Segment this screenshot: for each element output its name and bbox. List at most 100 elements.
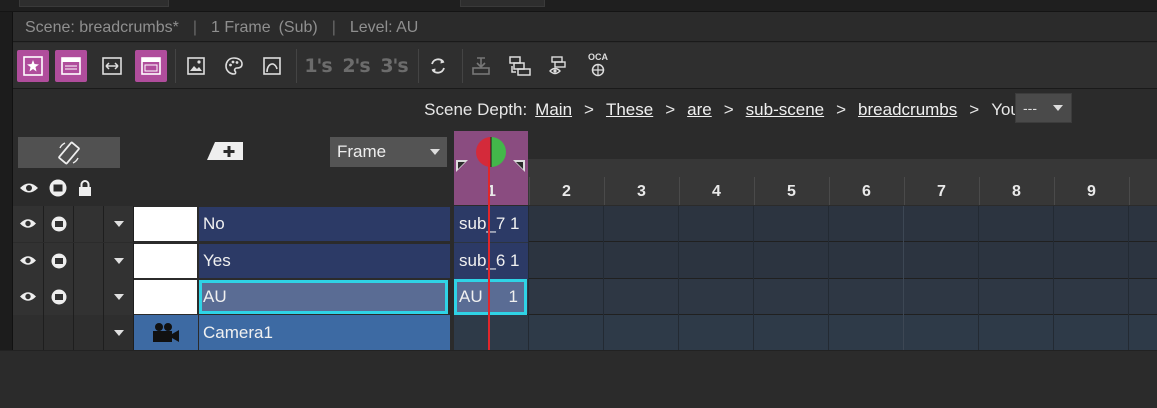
image-icon (187, 57, 205, 75)
camera-icon (153, 323, 179, 342)
scene-depth-label: Scene Depth: (424, 100, 528, 119)
camstand-toggle-icon[interactable] (50, 252, 68, 270)
new-note-level-button[interactable] (135, 50, 167, 82)
chevron-down-icon (1053, 105, 1063, 111)
cell-level-name: AU (459, 287, 483, 306)
camstand-toggle-icon[interactable] (50, 215, 68, 233)
preview-toggle-cell[interactable] (13, 243, 44, 279)
cell-row-camera (454, 315, 1157, 351)
breadcrumb-are[interactable]: are (687, 100, 712, 120)
onion-skin-marker-icon[interactable] (474, 135, 508, 169)
lock-icon[interactable] (77, 179, 93, 197)
current-frame-playhead[interactable] (488, 160, 490, 350)
layer-thumbnail[interactable] (134, 207, 197, 241)
toggle-orientation-button[interactable] (18, 137, 120, 168)
export-oca-button[interactable]: OCA (582, 50, 614, 82)
reframe-3s-button[interactable]: 3's (378, 50, 410, 82)
preview-toggle-cell[interactable] (13, 206, 44, 242)
camera-thumbnail (134, 315, 198, 350)
camstand-toggle-cell[interactable] (44, 315, 74, 351)
reframe-2s-button[interactable]: 2's (340, 50, 372, 82)
onion-left-handle-icon[interactable] (456, 160, 468, 172)
eye-icon[interactable] (19, 181, 39, 195)
window-icon (61, 57, 81, 75)
scene-depth-select-value: --- (1023, 100, 1037, 116)
add-new-layer-button[interactable] (204, 139, 246, 163)
layer-menu-cell[interactable] (104, 243, 134, 279)
new-toonz-raster-level-button[interactable] (55, 50, 87, 82)
camstand-toggle-icon[interactable] (50, 288, 68, 306)
chevron-down-icon (430, 149, 440, 155)
layer-menu-cell[interactable] (104, 315, 134, 351)
frame-zoom-select[interactable]: Frame (330, 137, 447, 167)
onion-right-handle-icon[interactable] (513, 160, 525, 172)
scene-depth-breadcrumb: Scene Depth: Main > These > are > sub-sc… (13, 90, 1157, 130)
preview-subxsheet-button[interactable] (543, 50, 575, 82)
current-level: Level: AU (349, 18, 419, 36)
frame-number: 1 (487, 183, 496, 200)
layer-row-no[interactable]: No (13, 206, 454, 242)
camstand-toggle-cell[interactable] (44, 279, 74, 315)
reframe-1s-button[interactable]: 1's (302, 50, 334, 82)
toolbar-separator-3 (418, 49, 419, 83)
collapse-button[interactable] (465, 50, 497, 82)
chevron-down-icon (114, 221, 124, 227)
eye-icon[interactable] (19, 254, 37, 267)
camstand-toggle-icon[interactable] (48, 178, 68, 198)
breadcrumb-separator: > (665, 100, 676, 119)
preview-toggle-cell[interactable] (13, 279, 44, 315)
scene-status-bar: Scene: breadcrumbs* | 1 Frame (Sub) | Le… (13, 14, 1157, 42)
layer-name-camera[interactable]: Camera1 (199, 315, 450, 350)
palette-icon (225, 57, 243, 75)
layer-row-camera[interactable]: Camera1 (13, 315, 454, 351)
frame-number: 9 (1087, 183, 1096, 200)
layer-name-au[interactable]: AU (199, 280, 448, 314)
palette-level-button[interactable] (218, 50, 250, 82)
layer-header: Frame (13, 131, 454, 205)
chevron-down-icon (114, 258, 124, 264)
layer-thumbnail[interactable] (134, 244, 197, 278)
layer-name-yes[interactable]: Yes (199, 244, 450, 278)
scene-depth-select[interactable]: --- (1015, 93, 1072, 123)
open-subxsheet-button[interactable] (504, 50, 536, 82)
layer-row-au[interactable]: AU (13, 279, 454, 315)
lock-toggle-cell[interactable] (74, 279, 104, 315)
camstand-toggle-cell[interactable] (44, 243, 74, 279)
breadcrumb-separator: > (723, 100, 734, 119)
camstand-toggle-cell[interactable] (44, 206, 74, 242)
frame-number: 7 (937, 183, 946, 200)
breadcrumb-sub-scene[interactable]: sub-scene (746, 100, 824, 120)
layer-menu-cell[interactable] (104, 206, 134, 242)
preview-toggle-cell[interactable] (13, 315, 44, 351)
image-level-button[interactable] (180, 50, 212, 82)
eye-icon[interactable] (19, 290, 37, 303)
cell-au-frame-1[interactable]: AU 1 (454, 279, 527, 315)
curve-level-button[interactable] (256, 50, 288, 82)
frame-number: 8 (1012, 183, 1021, 200)
eye-icon[interactable] (19, 217, 37, 230)
lock-toggle-cell[interactable] (74, 206, 104, 242)
breadcrumb-main[interactable]: Main (535, 100, 572, 120)
cycle-icon (431, 58, 445, 74)
layer-name-no[interactable]: No (199, 207, 450, 241)
repeat-button[interactable] (422, 50, 454, 82)
layer-row-yes[interactable]: Yes (13, 243, 454, 279)
cell-yes-frame-1[interactable]: sub_6 1 (454, 243, 528, 279)
lock-toggle-cell[interactable] (74, 315, 104, 351)
breadcrumb-breadcrumbs[interactable]: breadcrumbs (858, 100, 957, 120)
layer-menu-cell[interactable] (104, 279, 134, 315)
lock-toggle-cell[interactable] (74, 243, 104, 279)
cell-row-no: sub_7 1 (454, 206, 1157, 242)
frame-number: 4 (712, 183, 721, 200)
new-raster-level-button[interactable] (96, 50, 128, 82)
frame-ruler[interactable]: 1 2 3 4 5 6 7 8 9 (454, 131, 1157, 205)
layer-thumbnail[interactable] (134, 280, 197, 314)
empty-xsheet-area (0, 350, 1157, 408)
cell-no-frame-1[interactable]: sub_7 1 (454, 206, 528, 242)
breadcrumb-separator: > (969, 100, 980, 119)
new-vector-level-button[interactable] (17, 50, 49, 82)
breadcrumb-separator: > (836, 100, 847, 119)
xsheet-cell-area[interactable]: sub_7 1 sub_6 1 AU 1 (454, 206, 1157, 351)
frame-gridline (603, 206, 604, 350)
breadcrumb-these[interactable]: These (606, 100, 653, 120)
